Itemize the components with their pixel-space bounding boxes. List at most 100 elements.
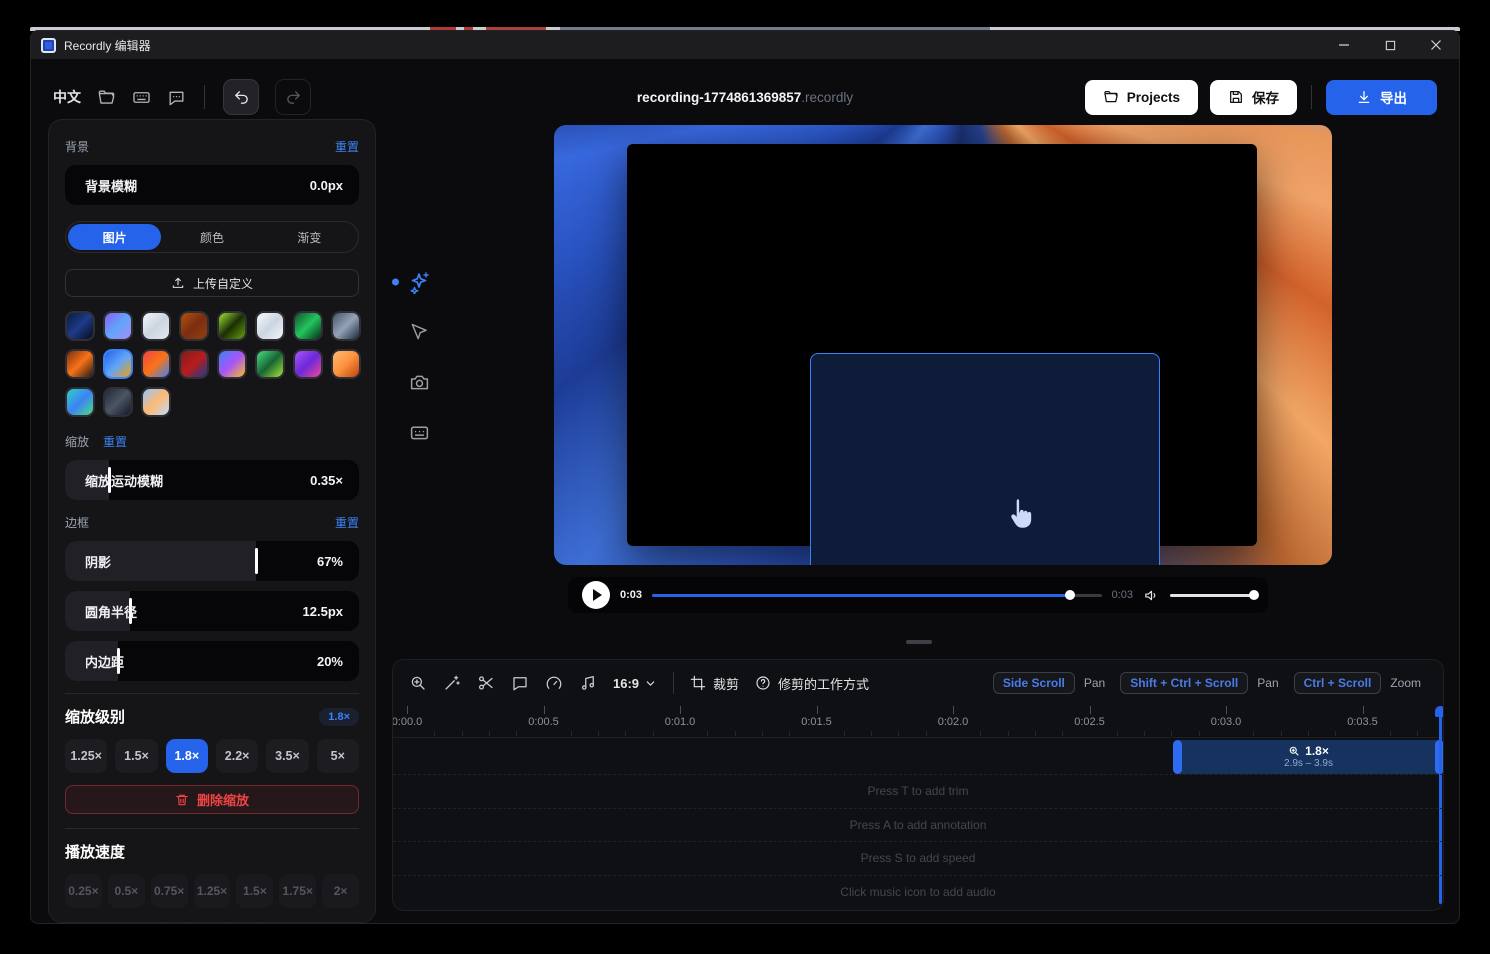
upload-custom-button[interactable]: 上传自定义: [65, 269, 359, 297]
delete-zoom-button[interactable]: 删除缩放: [65, 785, 359, 814]
speed-option[interactable]: 2×: [322, 874, 359, 908]
minimize-button[interactable]: [1321, 31, 1367, 59]
zoom-selection-rect[interactable]: [810, 353, 1160, 565]
play-button[interactable]: [582, 581, 610, 609]
background-thumbnail[interactable]: [141, 311, 171, 341]
ruler-minor-tick: [1199, 731, 1200, 736]
timeline-ruler[interactable]: 0:00.00:00.50:01.00:01.50:02.00:02.50:03…: [393, 706, 1443, 738]
projects-button[interactable]: Projects: [1085, 80, 1198, 115]
background-section-title: 背景: [65, 138, 89, 155]
background-thumbnail[interactable]: [141, 349, 171, 379]
seek-slider[interactable]: [652, 589, 1102, 601]
background-blur-slider[interactable]: 背景模糊0.0px: [65, 165, 359, 205]
play-icon: [593, 589, 602, 601]
background-reset-link[interactable]: 重置: [335, 138, 359, 155]
feedback-icon[interactable]: [167, 88, 186, 107]
background-thumbnail[interactable]: [331, 349, 361, 379]
playhead-cap[interactable]: [1435, 706, 1444, 717]
zoom-level-option[interactable]: 2.2×: [216, 739, 258, 773]
active-tool-dot: [392, 279, 399, 286]
speed-option[interactable]: 1.75×: [279, 874, 316, 908]
speed-option[interactable]: 0.75×: [151, 874, 188, 908]
magic-trim-icon[interactable]: [443, 674, 461, 692]
volume-icon[interactable]: [1143, 587, 1160, 604]
panel-resize-handle[interactable]: [906, 640, 932, 644]
crop-button[interactable]: 裁剪: [690, 674, 739, 693]
background-thumbnail[interactable]: [217, 349, 247, 379]
background-thumbnail[interactable]: [65, 349, 95, 379]
background-thumbnail[interactable]: [179, 311, 209, 341]
background-thumbnail[interactable]: [103, 387, 133, 417]
border-slider-内边距[interactable]: 内边距20%: [65, 641, 359, 681]
background-tab[interactable]: 渐变: [263, 224, 356, 250]
timeline-zoom-in-icon[interactable]: [409, 674, 427, 692]
zoom-level-option[interactable]: 5×: [317, 739, 359, 773]
background-thumbnail[interactable]: [331, 311, 361, 341]
undo-button[interactable]: [223, 79, 259, 115]
close-button[interactable]: [1413, 31, 1459, 59]
toolbar-divider: [1311, 85, 1312, 109]
border-reset-link[interactable]: 重置: [335, 514, 359, 531]
camera-tool[interactable]: [406, 369, 432, 395]
export-button[interactable]: 导出: [1326, 80, 1437, 115]
volume-knob[interactable]: [1249, 590, 1259, 600]
background-thumbnail[interactable]: [293, 349, 323, 379]
background-thumbnail[interactable]: [103, 311, 133, 341]
zoom-level-option[interactable]: 1.8×: [166, 739, 208, 773]
background-thumbnail[interactable]: [255, 311, 285, 341]
speed-option[interactable]: 1.25×: [194, 874, 231, 908]
zoom-motion-blur-value: 0.35×: [310, 473, 359, 488]
background-thumbnail[interactable]: [65, 311, 95, 341]
background-thumbnail[interactable]: [141, 387, 171, 417]
ai-zoom-tool[interactable]: [406, 269, 432, 295]
speed-title: 播放速度: [65, 841, 125, 862]
speed-option[interactable]: 0.25×: [65, 874, 102, 908]
background-thumbnail[interactable]: [255, 349, 285, 379]
volume-fill: [1170, 594, 1254, 597]
speed-option[interactable]: 0.5×: [108, 874, 145, 908]
background-tab[interactable]: 颜色: [165, 224, 258, 250]
zoom-motion-blur-slider[interactable]: 缩放运动模糊0.35×: [65, 460, 359, 500]
maximize-button[interactable]: [1367, 31, 1413, 59]
background-thumbnail[interactable]: [103, 349, 133, 379]
seek-knob[interactable]: [1065, 590, 1075, 600]
cursor-tool[interactable]: [406, 319, 432, 345]
save-button[interactable]: 保存: [1210, 80, 1297, 115]
background-thumbnail[interactable]: [65, 387, 95, 417]
project-filename: recording-1774861369857.recordly: [637, 90, 853, 105]
zoom-level-option[interactable]: 3.5×: [266, 739, 308, 773]
music-icon[interactable]: [579, 674, 597, 692]
zoom-region-block[interactable]: 1.8× 2.9s – 3.9s: [1173, 740, 1444, 774]
background-tab[interactable]: 图片: [68, 224, 161, 250]
background-thumbnail[interactable]: [217, 311, 247, 341]
ruler-minor-tick: [1417, 731, 1418, 736]
track-hint-text: Click music icon to add audio: [840, 885, 995, 899]
video-preview[interactable]: [554, 125, 1332, 565]
speed-icon[interactable]: [545, 674, 563, 692]
ruler-minor-tick: [489, 731, 490, 736]
border-slider-阴影[interactable]: 阴影67%: [65, 541, 359, 581]
volume-slider[interactable]: [1170, 589, 1254, 601]
keyboard-icon[interactable]: [132, 88, 151, 107]
zoom-reset-link[interactable]: 重置: [103, 433, 127, 450]
redo-button[interactable]: [275, 79, 311, 115]
border-slider-圆角半径[interactable]: 圆角半径12.5px: [65, 591, 359, 631]
ruler-minor-tick: [516, 731, 517, 736]
border-阴影-handle[interactable]: [255, 548, 258, 574]
zoom-region-left-handle[interactable]: [1173, 740, 1182, 774]
speed-option[interactable]: 1.5×: [236, 874, 273, 908]
ruler-tick-label: 0:03.5: [1347, 716, 1378, 728]
desktop-background: Recordly 编辑器 中文: [0, 0, 1490, 954]
cut-icon[interactable]: [477, 674, 495, 692]
zoom-level-option[interactable]: 1.5×: [115, 739, 157, 773]
background-thumbnail[interactable]: [179, 349, 209, 379]
language-toggle[interactable]: 中文: [53, 87, 81, 107]
zoom-level-option[interactable]: 1.25×: [65, 739, 107, 773]
captions-tool[interactable]: [406, 419, 432, 445]
aspect-ratio-select[interactable]: 16:9: [613, 676, 657, 691]
background-thumbnail[interactable]: [293, 311, 323, 341]
open-folder-icon[interactable]: [97, 88, 116, 107]
ruler-minor-tick: [571, 731, 572, 736]
annotation-icon[interactable]: [511, 674, 529, 692]
trim-help-button[interactable]: 修剪的工作方式: [755, 674, 869, 693]
